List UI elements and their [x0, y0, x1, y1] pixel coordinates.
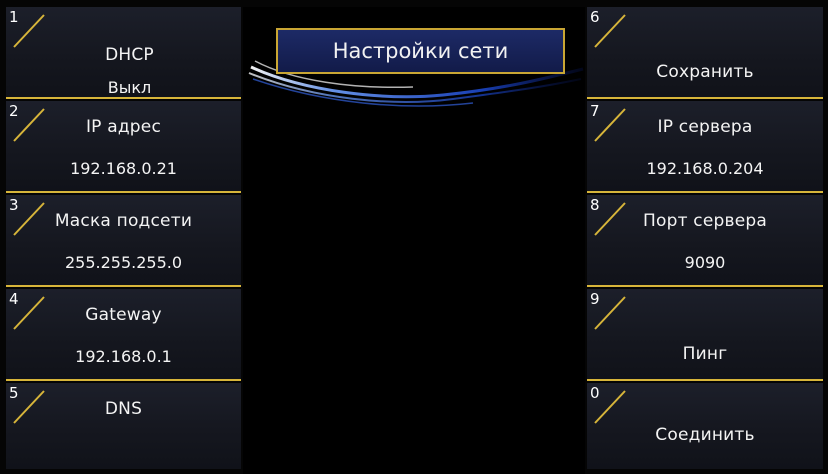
ping-tile[interactable]: 9 Пинг — [587, 289, 823, 381]
ip-address-label: IP адрес — [85, 117, 162, 137]
slash-icon — [13, 14, 45, 48]
server-port-tile[interactable]: 8 Порт сервера 9090 — [587, 195, 823, 287]
save-tile[interactable]: 6 Сохранить — [587, 7, 823, 99]
slash-icon — [594, 296, 626, 330]
subnet-mask-value: 255.255.255.0 — [64, 253, 183, 272]
ip-address-value: 192.168.0.21 — [70, 159, 177, 178]
screen-title: Настройки сети — [276, 28, 565, 74]
ip-address-tile[interactable]: 2 IP адрес 192.168.0.21 — [6, 101, 241, 193]
dhcp-tile[interactable]: 1 DHCP Выкл — [6, 7, 241, 99]
server-ip-value: 192.168.0.204 — [646, 159, 764, 178]
left-tile-column: 1 DHCP Выкл 2 IP адрес 192.168.0.21 3 Ма… — [6, 7, 241, 471]
slash-icon — [594, 14, 626, 48]
server-port-value: 9090 — [684, 253, 726, 272]
save-label: Сохранить — [656, 62, 754, 82]
center-panel: Настройки сети — [243, 7, 585, 474]
server-port-label: Порт сервера — [643, 211, 767, 231]
subnet-mask-label: Маска подсети — [54, 211, 193, 231]
network-settings-screen: 1 DHCP Выкл 2 IP адрес 192.168.0.21 3 Ма… — [0, 0, 828, 474]
subnet-mask-tile[interactable]: 3 Маска подсети 255.255.255.0 — [6, 195, 241, 287]
connect-label: Соединить — [655, 425, 755, 445]
slash-icon — [594, 390, 626, 424]
connect-tile[interactable]: 0 Соединить — [587, 383, 823, 469]
dhcp-label: DHCP — [105, 45, 154, 65]
gateway-tile[interactable]: 4 Gateway 192.168.0.1 — [6, 289, 241, 381]
right-tile-column: 6 Сохранить 7 IP сервера 192.168.0.204 8… — [587, 7, 823, 471]
dns-label: DNS — [104, 399, 143, 419]
dhcp-value: Выкл — [107, 78, 152, 97]
server-ip-label: IP сервера — [657, 117, 753, 137]
gateway-value: 192.168.0.1 — [75, 347, 172, 366]
gateway-label: Gateway — [85, 305, 162, 325]
server-ip-tile[interactable]: 7 IP сервера 192.168.0.204 — [587, 101, 823, 193]
dns-tile[interactable]: 5 DNS — [6, 383, 241, 469]
ping-label: Пинг — [682, 344, 728, 364]
